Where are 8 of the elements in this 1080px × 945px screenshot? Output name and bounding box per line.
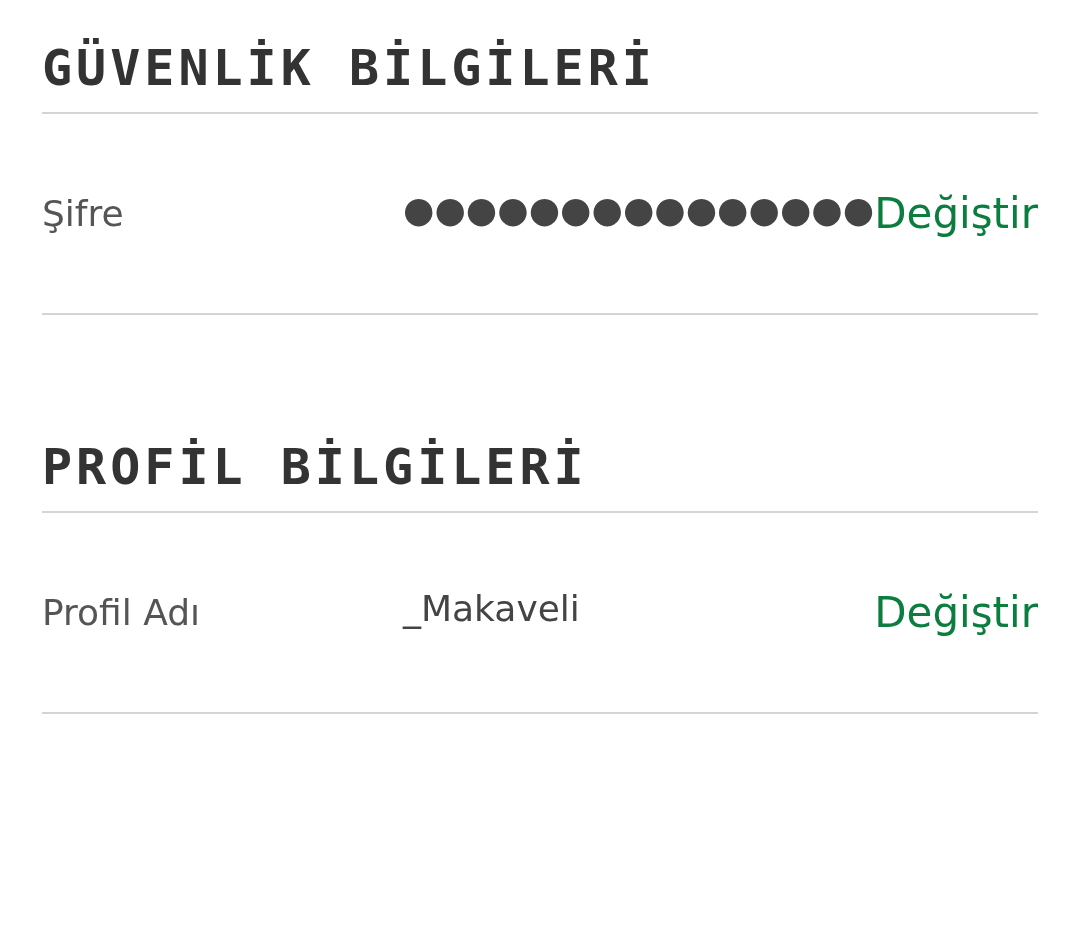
change-link[interactable]: Değiştir bbox=[874, 581, 1038, 644]
section-title: GÜVENLİK BİLGİLERİ bbox=[42, 36, 1038, 114]
field-label: Şifre bbox=[42, 191, 125, 236]
field-value: _Makaveli bbox=[403, 586, 581, 631]
section-title: PROFİL BİLGİLERİ bbox=[42, 435, 1038, 513]
field-label: Profil Adı bbox=[42, 590, 202, 635]
field-value: ●●●●●●●●●●●●●●● bbox=[403, 187, 875, 232]
change-link[interactable]: Değiştir bbox=[874, 182, 1038, 245]
